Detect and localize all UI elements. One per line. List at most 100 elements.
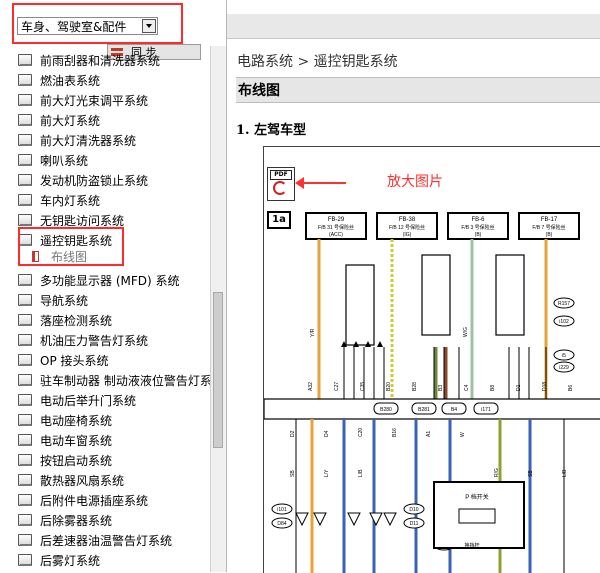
book-icon	[18, 334, 32, 346]
book-icon	[18, 74, 32, 86]
toc-book-item[interactable]: 喇叭系统	[18, 150, 88, 170]
fuse-desc: F/B 12 号保险丝	[389, 224, 425, 231]
section-title: 布线图	[238, 83, 280, 99]
toc-book-item[interactable]: 驻车制动器 制动液液位警告灯系统	[18, 370, 224, 390]
toc-book-item[interactable]: 燃油表系统	[18, 70, 100, 90]
wire-color-label: L/B	[358, 469, 364, 477]
toc-book-item[interactable]: 前大灯清洗器系统	[18, 130, 136, 150]
connector-label: B280	[380, 407, 392, 413]
book-icon	[18, 534, 32, 546]
pin-label: B8	[490, 385, 496, 391]
fuse-desc: F/B 3 号保险丝	[461, 224, 494, 231]
page-icon	[32, 250, 39, 262]
pin-label: D18	[542, 382, 548, 391]
toc-book-item[interactable]: 车内灯系统	[18, 190, 100, 210]
book-icon	[18, 114, 32, 126]
toc-page-label: 布线图	[51, 249, 88, 264]
book-icon	[18, 54, 32, 66]
chevron-down-icon[interactable]	[142, 19, 156, 33]
book-icon	[18, 374, 32, 386]
toc-book-item[interactable]: 后除雾器系统	[18, 510, 112, 530]
wire-color-label: B16	[392, 428, 398, 437]
toc-book-item[interactable]: 落座检测系统	[18, 310, 112, 330]
book-icon	[18, 514, 32, 526]
toc-book-label: 无钥匙访问系统	[40, 213, 125, 228]
toc-book-item[interactable]: 按钮启动系统	[18, 450, 112, 470]
toc-book-item[interactable]: 无钥匙访问系统	[18, 210, 124, 230]
toc-book-label: 燃油表系统	[40, 73, 101, 88]
wire-color-label: SB	[290, 470, 296, 477]
toc-book-item[interactable]: 前大灯光束调平系统	[18, 90, 148, 110]
toc-book-label: 遥控钥匙系统	[40, 233, 113, 248]
module-box	[345, 264, 375, 346]
switch-sub-label: 换挡杆	[464, 542, 479, 549]
subsection-title: 1. 左驾车型	[236, 123, 307, 138]
wire-color-label: SB	[528, 470, 534, 477]
toc-book-item[interactable]: 散热器风扇系统	[18, 470, 124, 490]
fuse-desc: F/B 7 号保险丝	[532, 224, 565, 231]
book-icon	[18, 354, 32, 366]
book-icon	[18, 494, 32, 506]
book-icon	[18, 154, 32, 166]
wire-color-label: C20	[358, 428, 364, 437]
toc-book-item[interactable]: 导航系统	[18, 290, 88, 310]
module-box	[495, 254, 525, 336]
toc-book-label: 电动车窗系统	[40, 433, 113, 448]
toc-book-item[interactable]: 电动座椅系统	[18, 410, 112, 430]
pin-label: C27	[334, 382, 340, 391]
connector-label: R157	[558, 301, 570, 307]
wire-color-label: L/Y	[324, 469, 330, 477]
switch-label: P 档开关	[465, 493, 489, 501]
toc-book-item[interactable]: 机油压力警告灯系统	[18, 330, 148, 350]
toc-book-item[interactable]: OP 接头系统	[18, 350, 109, 370]
category-select[interactable]: 车身、驾驶室&配件	[17, 17, 158, 35]
connector-label: i5	[562, 353, 566, 359]
toc-book-item[interactable]: 多功能显示器 (MFD) 系统	[18, 270, 180, 290]
toc-page-item[interactable]: 布线图	[32, 247, 87, 265]
toc-book-label: 后差速器油温警告灯系统	[40, 533, 173, 548]
toc-book-label: 后除雾器系统	[40, 513, 113, 528]
toc-book-item[interactable]: 后差速器油温警告灯系统	[18, 530, 172, 550]
fuse-sub: (ACC)	[329, 232, 343, 238]
wire-color-label: A1	[426, 431, 432, 437]
toc-book-label: 前大灯光束调平系统	[40, 93, 149, 108]
connector-label: i102	[559, 319, 569, 325]
section-bar	[236, 77, 600, 103]
connector-label: D11	[410, 521, 419, 527]
book-icon	[18, 414, 32, 426]
pin-label: B20	[386, 382, 392, 391]
nav-scrollbar[interactable]	[210, 46, 226, 572]
scrollbar-thumb[interactable]	[213, 292, 223, 448]
fuse-id: FB-6	[471, 217, 485, 223]
fuse-sub: (IG)	[403, 232, 412, 238]
book-icon	[18, 294, 32, 306]
toc-book-item[interactable]: 前大灯系统	[18, 110, 100, 130]
toc-book-item[interactable]: 发动机防盗锁止系统	[18, 170, 148, 190]
toc-book-item[interactable]: 后雾灯系统	[18, 550, 100, 570]
pin-label: B28	[412, 382, 418, 391]
arrow-icon	[377, 341, 383, 347]
toc-book-label: 前大灯清洗器系统	[40, 133, 137, 148]
toc-book-label: 后雾灯系统	[40, 553, 101, 568]
toc-book-item[interactable]: 前雨刮器和清洗器系统	[18, 50, 160, 70]
wiring-diagram: PDF 放大图片 1a FB-29 F/B 31 号保险丝 (ACC) FB-38 F/…	[263, 146, 600, 573]
wire-color-label: Y/R	[310, 328, 316, 337]
book-icon	[18, 234, 32, 246]
fuse-id: FB-29	[328, 217, 345, 223]
toc-book-label: 导航系统	[40, 293, 89, 308]
ground-icon	[313, 512, 327, 527]
toc-book-item[interactable]: 电动车窗系统	[18, 430, 112, 450]
fuse-sub: (B)	[546, 232, 553, 238]
book-icon	[18, 434, 32, 446]
fuse-id: FB-38	[399, 217, 416, 223]
pin-label: C35	[360, 382, 366, 391]
switch-element	[458, 508, 496, 524]
pin-label: B6	[568, 385, 574, 391]
connector-label: D84	[277, 521, 286, 527]
book-icon	[18, 174, 32, 186]
pin-label: D1	[516, 384, 522, 391]
book-icon	[18, 134, 32, 146]
toc-book-item[interactable]: 电动后举升门系统	[18, 390, 136, 410]
toc-book-item[interactable]: 后附件电源插座系统	[18, 490, 148, 510]
fuse-desc: F/B 31 号保险丝	[318, 224, 354, 231]
